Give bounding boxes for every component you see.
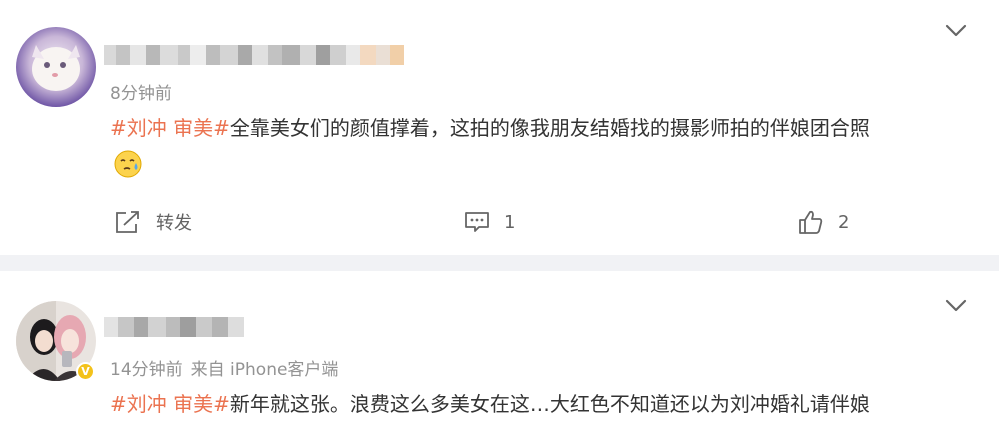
comment-button[interactable]: 1 — [464, 205, 515, 239]
share-icon — [116, 211, 139, 233]
chevron-down-icon[interactable] — [945, 298, 967, 312]
post-source: 来自 iPhone客户端 — [190, 360, 339, 380]
repost-label: 转发 — [156, 213, 192, 234]
sweat-face-icon — [113, 149, 143, 179]
like-button[interactable]: 2 — [798, 205, 849, 239]
verified-badge-icon: V — [76, 362, 95, 381]
chevron-down-icon[interactable] — [945, 23, 967, 37]
post-meta: 8分钟前 — [110, 79, 172, 104]
comment-text: #刘冲 审美#全靠美女们的颜值撑着，这拍的像我朋友结婚找的摄影师拍的伴娘团合照 — [110, 112, 870, 141]
comment-card: 8分钟前 #刘冲 审美#全靠美女们的颜值撑着，这拍的像我朋友结婚找的摄影师拍的伴… — [0, 0, 999, 255]
hashtag-link[interactable]: #刘冲 审美# — [110, 392, 230, 416]
post-time: 14分钟前 — [110, 360, 183, 380]
thumbs-up-icon — [799, 210, 823, 234]
avatar[interactable] — [16, 27, 96, 107]
post-time: 8分钟前 — [110, 84, 172, 104]
post-meta: 14分钟前 来自 iPhone客户端 — [110, 355, 338, 380]
hashtag-link[interactable]: #刘冲 审美# — [110, 116, 230, 140]
comment-body: 全靠美女们的颜值撑着，这拍的像我朋友结婚找的摄影师拍的伴娘团合照 — [229, 116, 870, 140]
card-separator — [0, 255, 999, 271]
comment-body: 新年就这张。浪费这么多美女在这…大红色不知道还以为刘冲婚礼请伴娘 — [229, 392, 870, 416]
like-count: 2 — [838, 211, 850, 233]
comment-card: V 14分钟前 来自 iPhone客户端 #刘冲 审美#新年就这张。浪费这么多美女… — [0, 271, 999, 434]
username-blurred[interactable] — [104, 317, 244, 337]
username-blurred[interactable] — [104, 45, 416, 65]
comment-text: #刘冲 审美#新年就这张。浪费这么多美女在这…大红色不知道还以为刘冲婚礼请伴娘 — [110, 388, 870, 417]
repost-button[interactable]: 转发 — [114, 205, 192, 239]
comment-count: 1 — [504, 211, 516, 233]
comment-icon — [465, 212, 489, 232]
